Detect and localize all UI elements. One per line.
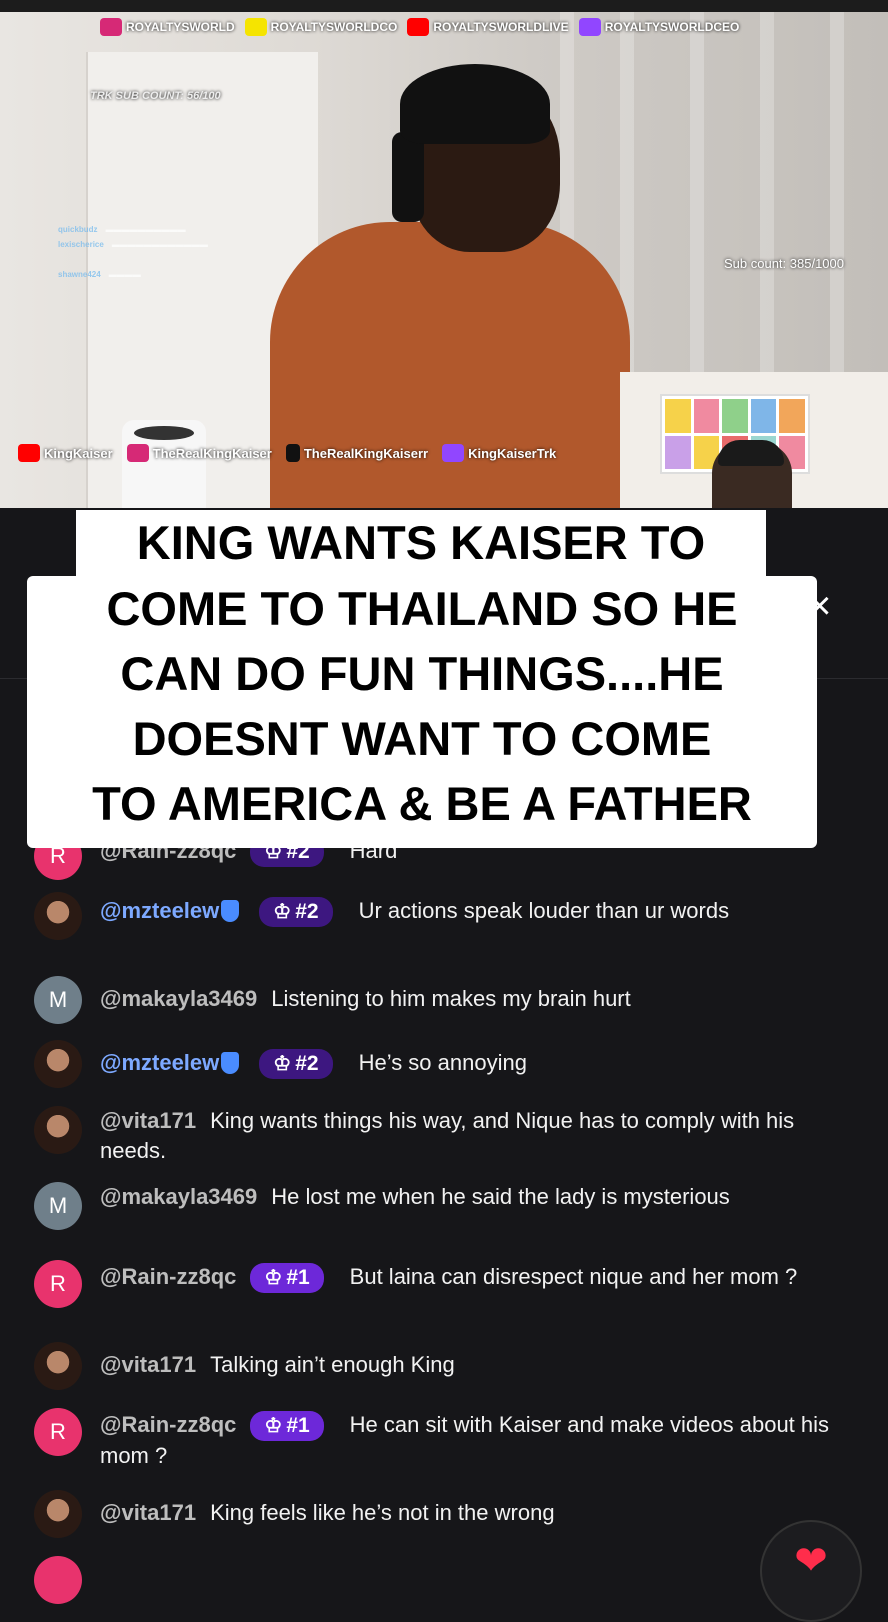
rank-badge: ♔ #2 (259, 897, 333, 927)
avatar[interactable] (34, 1106, 82, 1154)
like-button[interactable]: ❤ (760, 1520, 862, 1622)
person-durag (400, 64, 550, 144)
comment-text: He’s so annoying (358, 1050, 527, 1075)
avatar[interactable] (34, 1490, 82, 1538)
tiktok-icon (285, 444, 300, 462)
trk-sub-count: TRK SUB COUNT: 56/100 (90, 90, 221, 102)
crown-icon: ♔ (264, 1415, 283, 1437)
caption-line-1: KING WANTS KAISER TO (76, 510, 766, 576)
twitch-icon (578, 18, 601, 36)
avatar[interactable]: R (34, 1408, 82, 1456)
comment-username[interactable]: @vita171 (100, 1108, 196, 1133)
social-handle: ROYALTYSWORLD (100, 18, 235, 36)
comment-text: Talking ain’t enough King (210, 1352, 455, 1377)
avatar[interactable]: M (34, 976, 82, 1024)
social-handle: ROYALTYSWORLDCO (244, 18, 397, 36)
comment-text: Ur actions speak louder than ur words (358, 898, 730, 923)
avatar[interactable] (34, 1040, 82, 1088)
sub-count: Sub count: 385/1000 (724, 256, 844, 271)
top-strip (0, 0, 888, 12)
crown-icon: ♔ (264, 1267, 283, 1289)
avatar[interactable]: M (34, 1182, 82, 1230)
comment-username[interactable]: @mzteelew (100, 898, 219, 923)
air-purifier (122, 420, 206, 508)
comment-text: Listening to him makes my brain hurt (271, 986, 631, 1011)
instagram-icon (126, 444, 149, 462)
stream-overlay-chat: quickbudz ▬▬▬▬▬▬▬▬▬▬ lexischerice ▬▬▬▬▬▬▬▬… (58, 225, 208, 279)
rank-badge: ♔ #1 (250, 1411, 324, 1441)
crown-icon: ♔ (273, 1053, 292, 1075)
youtube-icon (407, 18, 430, 36)
stream-video[interactable]: ROYALTYSWORLD ROYALTYSWORLDCO ROYALTYSWO… (0, 12, 888, 508)
youtube-icon (18, 444, 40, 462)
comment-text: He lost me when he said the lady is myst… (271, 1184, 730, 1209)
avatar[interactable]: R (34, 1260, 82, 1308)
instagram-icon (100, 18, 122, 36)
social-handle: ROYALTYSWORLDCEO (578, 18, 739, 36)
comment-username[interactable]: @Rain-zz8qc (100, 1412, 236, 1437)
social-handle: TheRealKingKaiser (126, 444, 272, 462)
top-social-handles: ROYALTYSWORLD ROYALTYSWORLDCO ROYALTYSWO… (100, 18, 739, 36)
comment-username[interactable]: @makayla3469 (100, 1184, 257, 1209)
verified-icon (221, 900, 240, 922)
caption-block: COME TO THAILAND SO HE CAN DO FUN THINGS… (27, 576, 817, 848)
social-handle: KingKaiser (18, 444, 113, 462)
comment-username[interactable]: @mzteelew (100, 1050, 219, 1075)
webcam-overlay (620, 372, 888, 508)
avatar[interactable] (34, 892, 82, 940)
social-handle: ROYALTYSWORLDLIVE (407, 18, 569, 36)
comment-username[interactable]: @Rain-zz8qc (100, 1264, 236, 1289)
comment-username[interactable]: @vita171 (100, 1500, 196, 1525)
heart-icon: ❤ (794, 1539, 828, 1583)
rank-badge: ♔ #1 (250, 1263, 324, 1293)
comment-username[interactable]: @makayla3469 (100, 986, 257, 1011)
comment-username[interactable]: @vita171 (100, 1352, 196, 1377)
social-handle: KingKaiserTrk (442, 444, 556, 462)
twitch-icon (442, 444, 465, 462)
person-shirt (270, 222, 630, 508)
snapchat-icon (244, 18, 267, 36)
comment-text: King wants things his way, and Nique has… (100, 1108, 795, 1163)
comment-text: King feels like he’s not in the wrong (210, 1500, 555, 1525)
crown-icon: ♔ (273, 901, 292, 923)
rank-badge: ♔ #2 (259, 1049, 333, 1079)
bottom-social-handles: KingKaiser TheRealKingKaiser TheRealKing… (18, 444, 556, 462)
comment-text: But laina can disrespect nique and her m… (349, 1264, 798, 1289)
social-handle: TheRealKingKaiserr (285, 444, 428, 462)
verified-icon (221, 1052, 240, 1074)
avatar[interactable] (34, 1342, 82, 1390)
avatar[interactable] (34, 1556, 82, 1604)
